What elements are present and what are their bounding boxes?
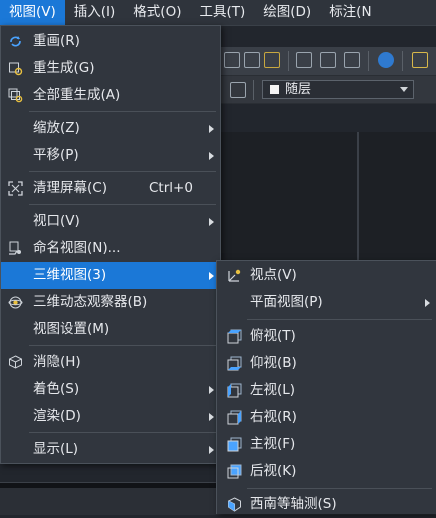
menu-item-view-settings[interactable]: 视图设置(M) bbox=[1, 316, 220, 343]
sw-iso-icon bbox=[228, 497, 241, 512]
menu-item-render[interactable]: 渲染(D) bbox=[1, 403, 220, 430]
menu-item-label: 显示(L) bbox=[33, 441, 79, 457]
back-view-icon bbox=[227, 464, 242, 479]
menu-tools[interactable]: 工具(T) bbox=[190, 0, 254, 25]
chevron-right-icon bbox=[209, 152, 214, 160]
chevron-right-icon bbox=[209, 386, 214, 394]
layer-color-select[interactable]: 随层 bbox=[262, 80, 414, 99]
menu-item-regen[interactable]: 重生成(G) bbox=[1, 55, 220, 82]
menubar: 视图(V) 插入(I) 格式(O) 工具(T) 绘图(D) 标注(N bbox=[0, 0, 436, 26]
menu-item-label: 视图设置(M) bbox=[33, 321, 110, 337]
zoom-previous-icon[interactable] bbox=[244, 52, 260, 68]
left-view-icon bbox=[227, 383, 242, 398]
menu-item-label: 渲染(D) bbox=[33, 408, 81, 424]
menu-item-label: 俯视(T) bbox=[250, 328, 296, 344]
menu-item-label: 主视(F) bbox=[250, 436, 296, 452]
menu-item-hide[interactable]: 消隐(H) bbox=[1, 349, 220, 376]
menu-item-zoom[interactable]: 缩放(Z) bbox=[1, 115, 220, 142]
menu-item-label: 视口(V) bbox=[33, 213, 80, 229]
color-swatch bbox=[270, 85, 279, 94]
menu-item-shortcut: Ctrl+0 bbox=[149, 180, 193, 196]
menu-item-shade[interactable]: 着色(S) bbox=[1, 376, 220, 403]
chevron-right-icon bbox=[425, 299, 430, 307]
properties-icon[interactable] bbox=[296, 52, 312, 68]
menu-item-left-view[interactable]: 左视(L) bbox=[217, 377, 436, 404]
view-menu: 重画(R) 重生成(G) 全部重生成(A) 缩放(Z) 平移(P) 清理屏幕(C… bbox=[0, 25, 221, 464]
menu-item-label: 缩放(Z) bbox=[33, 120, 80, 136]
menu-draw[interactable]: 绘图(D) bbox=[254, 0, 320, 25]
3d-views-submenu: 视点(V) 平面视图(P) 俯视(T) 仰视(B) 左视(L) 右视(R) 主视… bbox=[216, 260, 436, 514]
menu-item-label: 视点(V) bbox=[250, 267, 297, 283]
menu-item-bottom-view[interactable]: 仰视(B) bbox=[217, 350, 436, 377]
regen-icon bbox=[9, 62, 23, 76]
viewpoint-icon bbox=[228, 269, 241, 282]
menu-item-label: 着色(S) bbox=[33, 381, 80, 397]
menu-dimension[interactable]: 标注(N bbox=[320, 0, 380, 25]
named-view-icon bbox=[9, 241, 21, 255]
regen-all-icon bbox=[8, 88, 23, 103]
menu-item-top-view[interactable]: 俯视(T) bbox=[217, 323, 436, 350]
design-center-icon[interactable] bbox=[320, 52, 336, 68]
menu-item-plan-view[interactable]: 平面视图(P) bbox=[217, 289, 436, 316]
zoom-window-icon[interactable] bbox=[224, 52, 240, 68]
chevron-right-icon bbox=[209, 218, 214, 226]
menu-format[interactable]: 格式(O) bbox=[124, 0, 190, 25]
menu-item-label: 平移(P) bbox=[33, 147, 79, 163]
menu-item-label: 三维动态观察器(B) bbox=[33, 294, 148, 310]
chevron-right-icon bbox=[209, 125, 214, 133]
menu-item-label: 三维视图(3) bbox=[33, 267, 107, 283]
chevron-right-icon bbox=[209, 446, 214, 454]
menu-item-named-view[interactable]: 命名视图(N)... bbox=[1, 235, 220, 262]
menu-item-label: 消隐(H) bbox=[33, 354, 81, 370]
menu-item-display[interactable]: 显示(L) bbox=[1, 436, 220, 463]
chevron-down-icon bbox=[400, 87, 408, 92]
menu-item-label: 右视(R) bbox=[250, 409, 297, 425]
chevron-right-icon bbox=[209, 413, 214, 421]
tool-palette-icon[interactable] bbox=[344, 52, 360, 68]
top-view-icon bbox=[227, 329, 242, 344]
menu-item-front-view[interactable]: 主视(F) bbox=[217, 431, 436, 458]
menu-item-3d-views[interactable]: 三维视图(3) bbox=[1, 262, 220, 289]
menu-item-right-view[interactable]: 右视(R) bbox=[217, 404, 436, 431]
hide-icon bbox=[9, 355, 22, 369]
menu-item-back-view[interactable]: 后视(K) bbox=[217, 458, 436, 485]
menu-item-clean-screen[interactable]: 清理屏幕(C) Ctrl+0 bbox=[1, 175, 220, 202]
menu-item-label: 重生成(G) bbox=[33, 60, 95, 76]
right-view-icon bbox=[227, 410, 242, 425]
menu-item-label: 清理屏幕(C) bbox=[33, 180, 107, 196]
bottom-view-icon bbox=[227, 356, 242, 371]
menu-item-regen-all[interactable]: 全部重生成(A) bbox=[1, 82, 220, 109]
menu-item-pan[interactable]: 平移(P) bbox=[1, 142, 220, 169]
menu-item-redraw[interactable]: 重画(R) bbox=[1, 28, 220, 55]
menu-item-label: 命名视图(N)... bbox=[33, 240, 121, 256]
help-icon[interactable] bbox=[378, 52, 394, 68]
menu-item-label: 左视(L) bbox=[250, 382, 296, 398]
chevron-right-icon bbox=[209, 272, 214, 280]
menu-item-label: 重画(R) bbox=[33, 33, 80, 49]
layer-select-value: 随层 bbox=[285, 82, 312, 97]
menu-item-viewport[interactable]: 视口(V) bbox=[1, 208, 220, 235]
menu-item-3d-orbit[interactable]: 三维动态观察器(B) bbox=[1, 289, 220, 316]
redraw-icon bbox=[10, 36, 21, 47]
menu-item-label: 平面视图(P) bbox=[250, 294, 323, 310]
menu-item-label: 仰视(B) bbox=[250, 355, 297, 371]
clean-screen-icon bbox=[8, 181, 23, 196]
layer-manager-icon[interactable] bbox=[230, 82, 246, 98]
menu-item-label: 全部重生成(A) bbox=[33, 87, 121, 103]
menu-item-viewpoint[interactable]: 视点(V) bbox=[217, 262, 436, 289]
zoom-realtime-icon[interactable] bbox=[264, 52, 280, 68]
menu-insert[interactable]: 插入(I) bbox=[65, 0, 125, 25]
text-style-icon[interactable] bbox=[412, 52, 428, 68]
toolbar-standard bbox=[220, 47, 436, 76]
menu-item-label: 后视(K) bbox=[250, 463, 297, 479]
menu-view[interactable]: 视图(V) bbox=[0, 0, 65, 25]
front-view-icon bbox=[227, 437, 242, 452]
orbit-icon bbox=[8, 296, 23, 309]
